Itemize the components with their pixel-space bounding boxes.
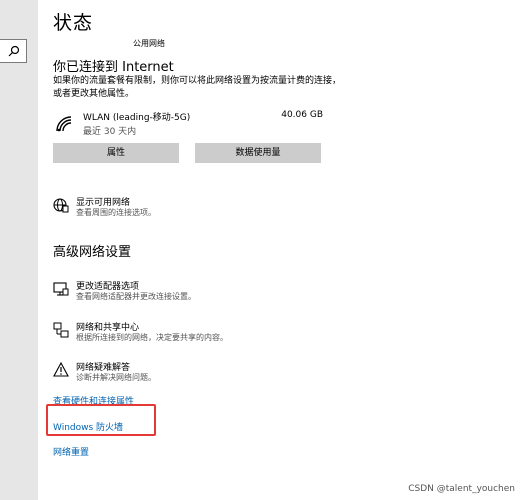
properties-button[interactable]: 属性 <box>53 143 179 163</box>
troubleshoot-subtitle: 诊断并解决网络问题。 <box>76 373 156 382</box>
warning-icon <box>53 362 69 377</box>
wifi-icon <box>56 116 72 132</box>
left-navigation-pane <box>0 0 38 500</box>
connection-heading: 你已连接到 Internet <box>53 60 174 75</box>
search-icon <box>8 45 20 57</box>
troubleshoot-item[interactable]: 网络疑难解答 诊断并解决网络问题。 <box>53 360 333 390</box>
adapter-options-item[interactable]: 更改适配器选项 查看网络适配器并更改连接设置。 <box>53 279 333 309</box>
wifi-period: 最近 30 天内 <box>83 127 137 137</box>
show-networks-item[interactable]: 显示可用网络 查看周围的连接选项。 <box>53 195 333 225</box>
connection-description: 如果你的流量套餐有限制，则你可以将此网络设置为按流量计费的连接，或者更改其他属性… <box>53 76 342 99</box>
adapter-options-subtitle: 查看网络适配器并更改连接设置。 <box>76 292 196 301</box>
network-sharing-icon <box>53 322 69 338</box>
search-box[interactable] <box>0 39 27 63</box>
sharing-center-item[interactable]: 网络和共享中心 根据所连接到的网络，决定要共享的内容。 <box>53 320 333 350</box>
watermark: CSDN @talent_youchen <box>408 484 515 494</box>
wifi-data-usage: 40.06 GB <box>281 110 323 120</box>
advanced-settings-heading: 高级网络设置 <box>53 245 132 260</box>
sharing-center-subtitle: 根据所连接到的网络，决定要共享的内容。 <box>76 333 228 342</box>
wifi-name: WLAN (leading-移动-5G) <box>83 113 191 123</box>
monitor-icon <box>53 282 69 296</box>
wifi-connection-row: WLAN (leading-移动-5G) 最近 30 天内 40.06 GB <box>53 109 323 139</box>
highlight-annotation <box>46 404 156 436</box>
show-networks-subtitle: 查看周围的连接选项。 <box>76 208 156 217</box>
page-title: 状态 <box>53 12 94 34</box>
data-usage-button[interactable]: 数据使用量 <box>195 143 321 163</box>
network-reset-link[interactable]: 网络重置 <box>53 445 89 458</box>
globe-icon <box>53 198 69 213</box>
network-type-label: 公用网络 <box>133 39 165 48</box>
